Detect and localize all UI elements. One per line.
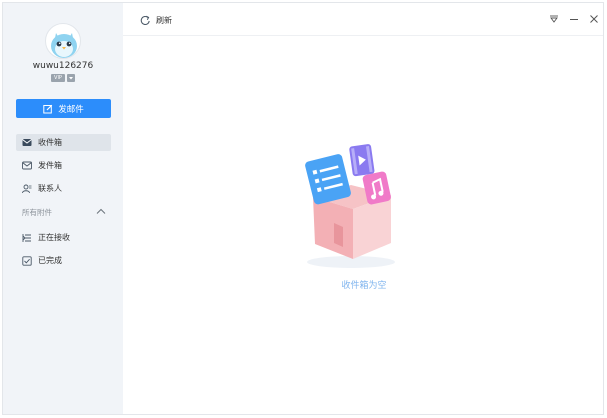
sidebar-item-completed[interactable]: 已完成	[16, 252, 111, 269]
bird-mascot-icon	[51, 33, 77, 58]
sidebar-item-label: 已完成	[38, 256, 62, 265]
refresh-label: 刷新	[156, 16, 172, 25]
refresh-button[interactable]: 刷新	[140, 15, 172, 26]
user-avatar[interactable]	[45, 23, 81, 59]
empty-inbox-illustration	[305, 144, 395, 268]
sidebar: wuwu126276 VIP 发邮件 收件箱 发件箱 联系人 所有附件 正在接收…	[3, 3, 123, 414]
receiving-icon	[22, 233, 31, 242]
mail-app-window: wuwu126276 VIP 发邮件 收件箱 发件箱 联系人 所有附件 正在接收…	[2, 2, 604, 415]
sidebar-item-label: 正在接收	[38, 233, 70, 242]
refresh-icon	[140, 15, 150, 25]
vip-badge: VIP	[51, 74, 65, 82]
contacts-icon	[22, 184, 32, 193]
sidebar-item-receiving[interactable]: 正在接收	[16, 229, 111, 246]
filter-icon[interactable]	[549, 14, 559, 24]
toolbar: 刷新	[123, 3, 603, 36]
edit-icon	[43, 104, 53, 113]
username: wuwu126276	[32, 61, 94, 71]
sidebar-item-label: 联系人	[38, 184, 62, 193]
inbox-icon	[22, 139, 32, 146]
compose-button[interactable]: 发邮件	[16, 99, 111, 118]
minimize-icon[interactable]	[569, 14, 579, 24]
sidebar-item-label: 发件箱	[38, 161, 62, 170]
outbox-icon	[22, 161, 32, 170]
main-panel: 刷新 收件箱为空	[123, 3, 603, 414]
empty-inbox-message: 收件箱为空	[341, 281, 387, 291]
sidebar-item-contacts[interactable]: 联系人	[16, 180, 111, 197]
attachments-section-label: 所有附件	[22, 208, 52, 217]
dropdown-badge-icon[interactable]	[66, 74, 75, 82]
chevron-up-icon[interactable]	[96, 208, 106, 215]
completed-icon	[22, 255, 32, 266]
sidebar-item-label: 收件箱	[38, 138, 62, 147]
sidebar-item-inbox[interactable]: 收件箱	[16, 134, 111, 151]
sidebar-item-outbox[interactable]: 发件箱	[16, 157, 111, 174]
user-badges: VIP	[3, 74, 123, 82]
compose-label: 发邮件	[58, 104, 84, 115]
close-icon[interactable]	[589, 14, 599, 24]
